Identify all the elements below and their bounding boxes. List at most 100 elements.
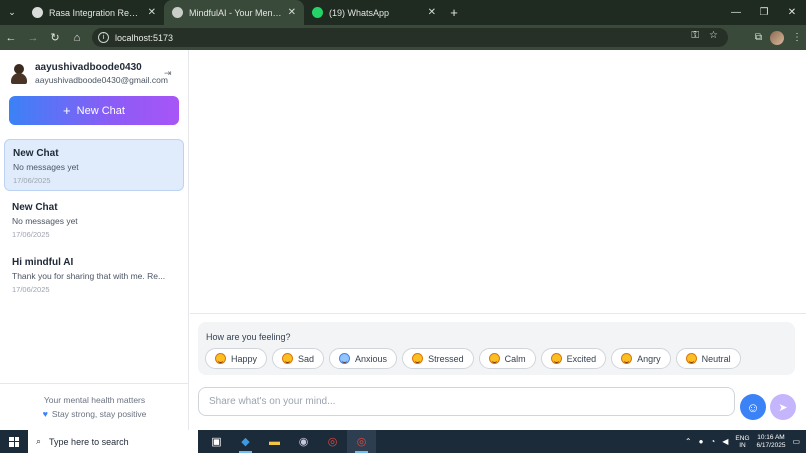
- mood-neutral-button[interactable]: Neutral: [675, 348, 741, 369]
- new-tab-plus-icon[interactable]: +: [444, 0, 464, 25]
- reload-icon[interactable]: ↻: [44, 27, 66, 49]
- new-chat-label: New Chat: [76, 104, 125, 117]
- mood-label: Excited: [566, 353, 597, 364]
- chat-title: New Chat: [13, 148, 59, 159]
- excited-emoji-icon: [550, 353, 562, 364]
- mood-label: Happy: [231, 353, 258, 364]
- smiley-icon: ☺: [746, 399, 760, 415]
- mindfulai-app: aayushivadboode0430 aayushivadboode0430@…: [0, 50, 806, 430]
- home-icon[interactable]: ⌂: [66, 27, 88, 49]
- happy-emoji-icon: [215, 353, 226, 364]
- mood-label: Sad: [298, 353, 315, 364]
- browser-profile-avatar[interactable]: [770, 30, 784, 45]
- footer-tagline: Your mental health matters: [43, 395, 146, 405]
- user-email: aayushivadboode0430@gmail.com: [35, 75, 168, 85]
- chrome-profile-icon[interactable]: ◎: [347, 430, 376, 453]
- message-input-wrapper: [198, 387, 735, 416]
- mood-anxious-button[interactable]: Anxious: [329, 348, 398, 369]
- chat-item[interactable]: New Chat No messages yet 17/06/2025: [4, 194, 184, 246]
- start-button[interactable]: [0, 430, 28, 453]
- language-indicator[interactable]: ENG IN: [735, 435, 749, 449]
- mood-label: Calm: [504, 353, 526, 364]
- mood-label: Angry: [637, 353, 661, 364]
- close-tab-icon[interactable]: ✕: [428, 7, 436, 18]
- close-tab-icon[interactable]: ✕: [148, 7, 156, 18]
- close-window-icon[interactable]: ✕: [778, 0, 806, 25]
- emoji-picker-button[interactable]: ☺: [740, 394, 766, 420]
- chat-title: New Chat: [12, 202, 58, 213]
- tab-title: (19) WhatsApp: [329, 7, 390, 18]
- send-button[interactable]: ➤: [770, 394, 796, 420]
- chat-title: Hi mindful AI: [12, 257, 74, 268]
- forward-arrow-icon[interactable]: →: [22, 27, 44, 49]
- mood-sad-button[interactable]: Sad: [272, 348, 325, 369]
- calm-emoji-icon: [488, 353, 500, 364]
- globe-favicon-icon: [172, 7, 183, 18]
- mood-excited-button[interactable]: Excited: [540, 348, 607, 369]
- mood-stressed-button[interactable]: Stressed: [402, 348, 474, 369]
- chat-preview: Thank you for sharing that with me. Re..…: [12, 271, 166, 281]
- close-tab-icon[interactable]: ✕: [288, 7, 296, 18]
- chat-item[interactable]: New Chat No messages yet 17/06/2025: [4, 139, 184, 191]
- clock[interactable]: 10:16 AM 6/17/2025: [757, 434, 786, 450]
- mood-label: Neutral: [701, 353, 731, 364]
- file-explorer-icon[interactable]: ▬: [260, 430, 289, 453]
- tab-title: Rasa Integration React Flask: [49, 7, 142, 18]
- url-text: localhost:5173: [115, 32, 174, 43]
- site-info-icon[interactable]: i: [98, 32, 109, 43]
- toolbar-right-actions: ⧉ ⋮: [755, 25, 802, 50]
- user-name: aayushivadboode0430: [35, 62, 142, 73]
- chat-main: How are you feeling? Happy Sad Anxious S…: [190, 50, 806, 430]
- chrome-icon[interactable]: ◎: [318, 430, 347, 453]
- logout-icon[interactable]: ⇥: [164, 68, 176, 80]
- mood-angry-button[interactable]: Angry: [611, 348, 671, 369]
- minimize-icon[interactable]: —: [722, 0, 750, 25]
- language-code: ENG: [735, 434, 750, 442]
- browser-tab-mindfulai[interactable]: MindfulAI - Your Mental Health ✕: [164, 0, 304, 25]
- angry-emoji-icon: [621, 353, 633, 364]
- extensions-puzzle-icon[interactable]: ⧉: [755, 32, 762, 43]
- browser-menu-icon[interactable]: ⋮: [792, 32, 802, 43]
- message-input[interactable]: [209, 396, 734, 407]
- chat-preview: No messages yet: [12, 216, 78, 226]
- mood-label: Stressed: [428, 353, 464, 364]
- mood-calm-button[interactable]: Calm: [478, 348, 536, 369]
- password-key-icon[interactable]: ⚿: [691, 30, 699, 41]
- windows-logo-icon: [9, 436, 19, 447]
- mood-options: Happy Sad Anxious Stressed Calm Excited …: [205, 348, 741, 369]
- taskbar-apps: ▣ ◆ ▬ ◉ ◎ ◎: [202, 430, 376, 453]
- search-icon: ⌕: [36, 436, 42, 446]
- app-icon[interactable]: ◉: [289, 430, 318, 453]
- tray-chevron-up-icon[interactable]: ⌃: [685, 437, 692, 446]
- mood-happy-button[interactable]: Happy: [205, 348, 268, 369]
- vscode-icon[interactable]: ◆: [231, 430, 260, 453]
- plus-icon: +: [63, 103, 71, 118]
- chat-item[interactable]: Hi mindful AI Thank you for sharing that…: [4, 249, 184, 301]
- back-arrow-icon[interactable]: ←: [0, 27, 22, 49]
- send-plane-icon: ➤: [778, 401, 788, 414]
- notifications-icon[interactable]: ▭: [792, 437, 800, 446]
- user-avatar: [10, 64, 28, 84]
- browser-tab-whatsapp[interactable]: (19) WhatsApp ✕: [304, 0, 444, 25]
- network-icon[interactable]: ◔: [710, 437, 715, 446]
- microphone-icon[interactable]: ●: [699, 437, 704, 446]
- new-chat-button[interactable]: + New Chat: [9, 96, 179, 125]
- address-bar-actions: ⚿ ☆: [691, 30, 718, 41]
- task-view-icon[interactable]: ▣: [202, 430, 231, 453]
- heart-icon: ♥: [42, 409, 48, 419]
- mood-selector: How are you feeling? Happy Sad Anxious S…: [198, 322, 795, 375]
- bookmark-star-icon[interactable]: ☆: [709, 30, 718, 41]
- browser-tab-rasa[interactable]: Rasa Integration React Flask ✕: [24, 0, 164, 25]
- volume-icon[interactable]: ◀: [722, 437, 728, 446]
- chat-date: 17/06/2025: [12, 230, 50, 239]
- tab-search-chevron-icon[interactable]: ⌄: [0, 0, 24, 25]
- chat-preview: No messages yet: [13, 162, 79, 172]
- taskbar-search[interactable]: ⌕ Type here to search: [28, 430, 198, 453]
- restore-icon[interactable]: ❐: [750, 0, 778, 25]
- address-bar[interactable]: i localhost:5173: [92, 28, 728, 47]
- tab-title: MindfulAI - Your Mental Health: [189, 7, 282, 18]
- mood-label: Anxious: [355, 353, 388, 364]
- user-profile: aayushivadboode0430 aayushivadboode0430@…: [10, 62, 180, 88]
- mood-question: How are you feeling?: [206, 332, 291, 342]
- anxious-emoji-icon: [339, 353, 351, 364]
